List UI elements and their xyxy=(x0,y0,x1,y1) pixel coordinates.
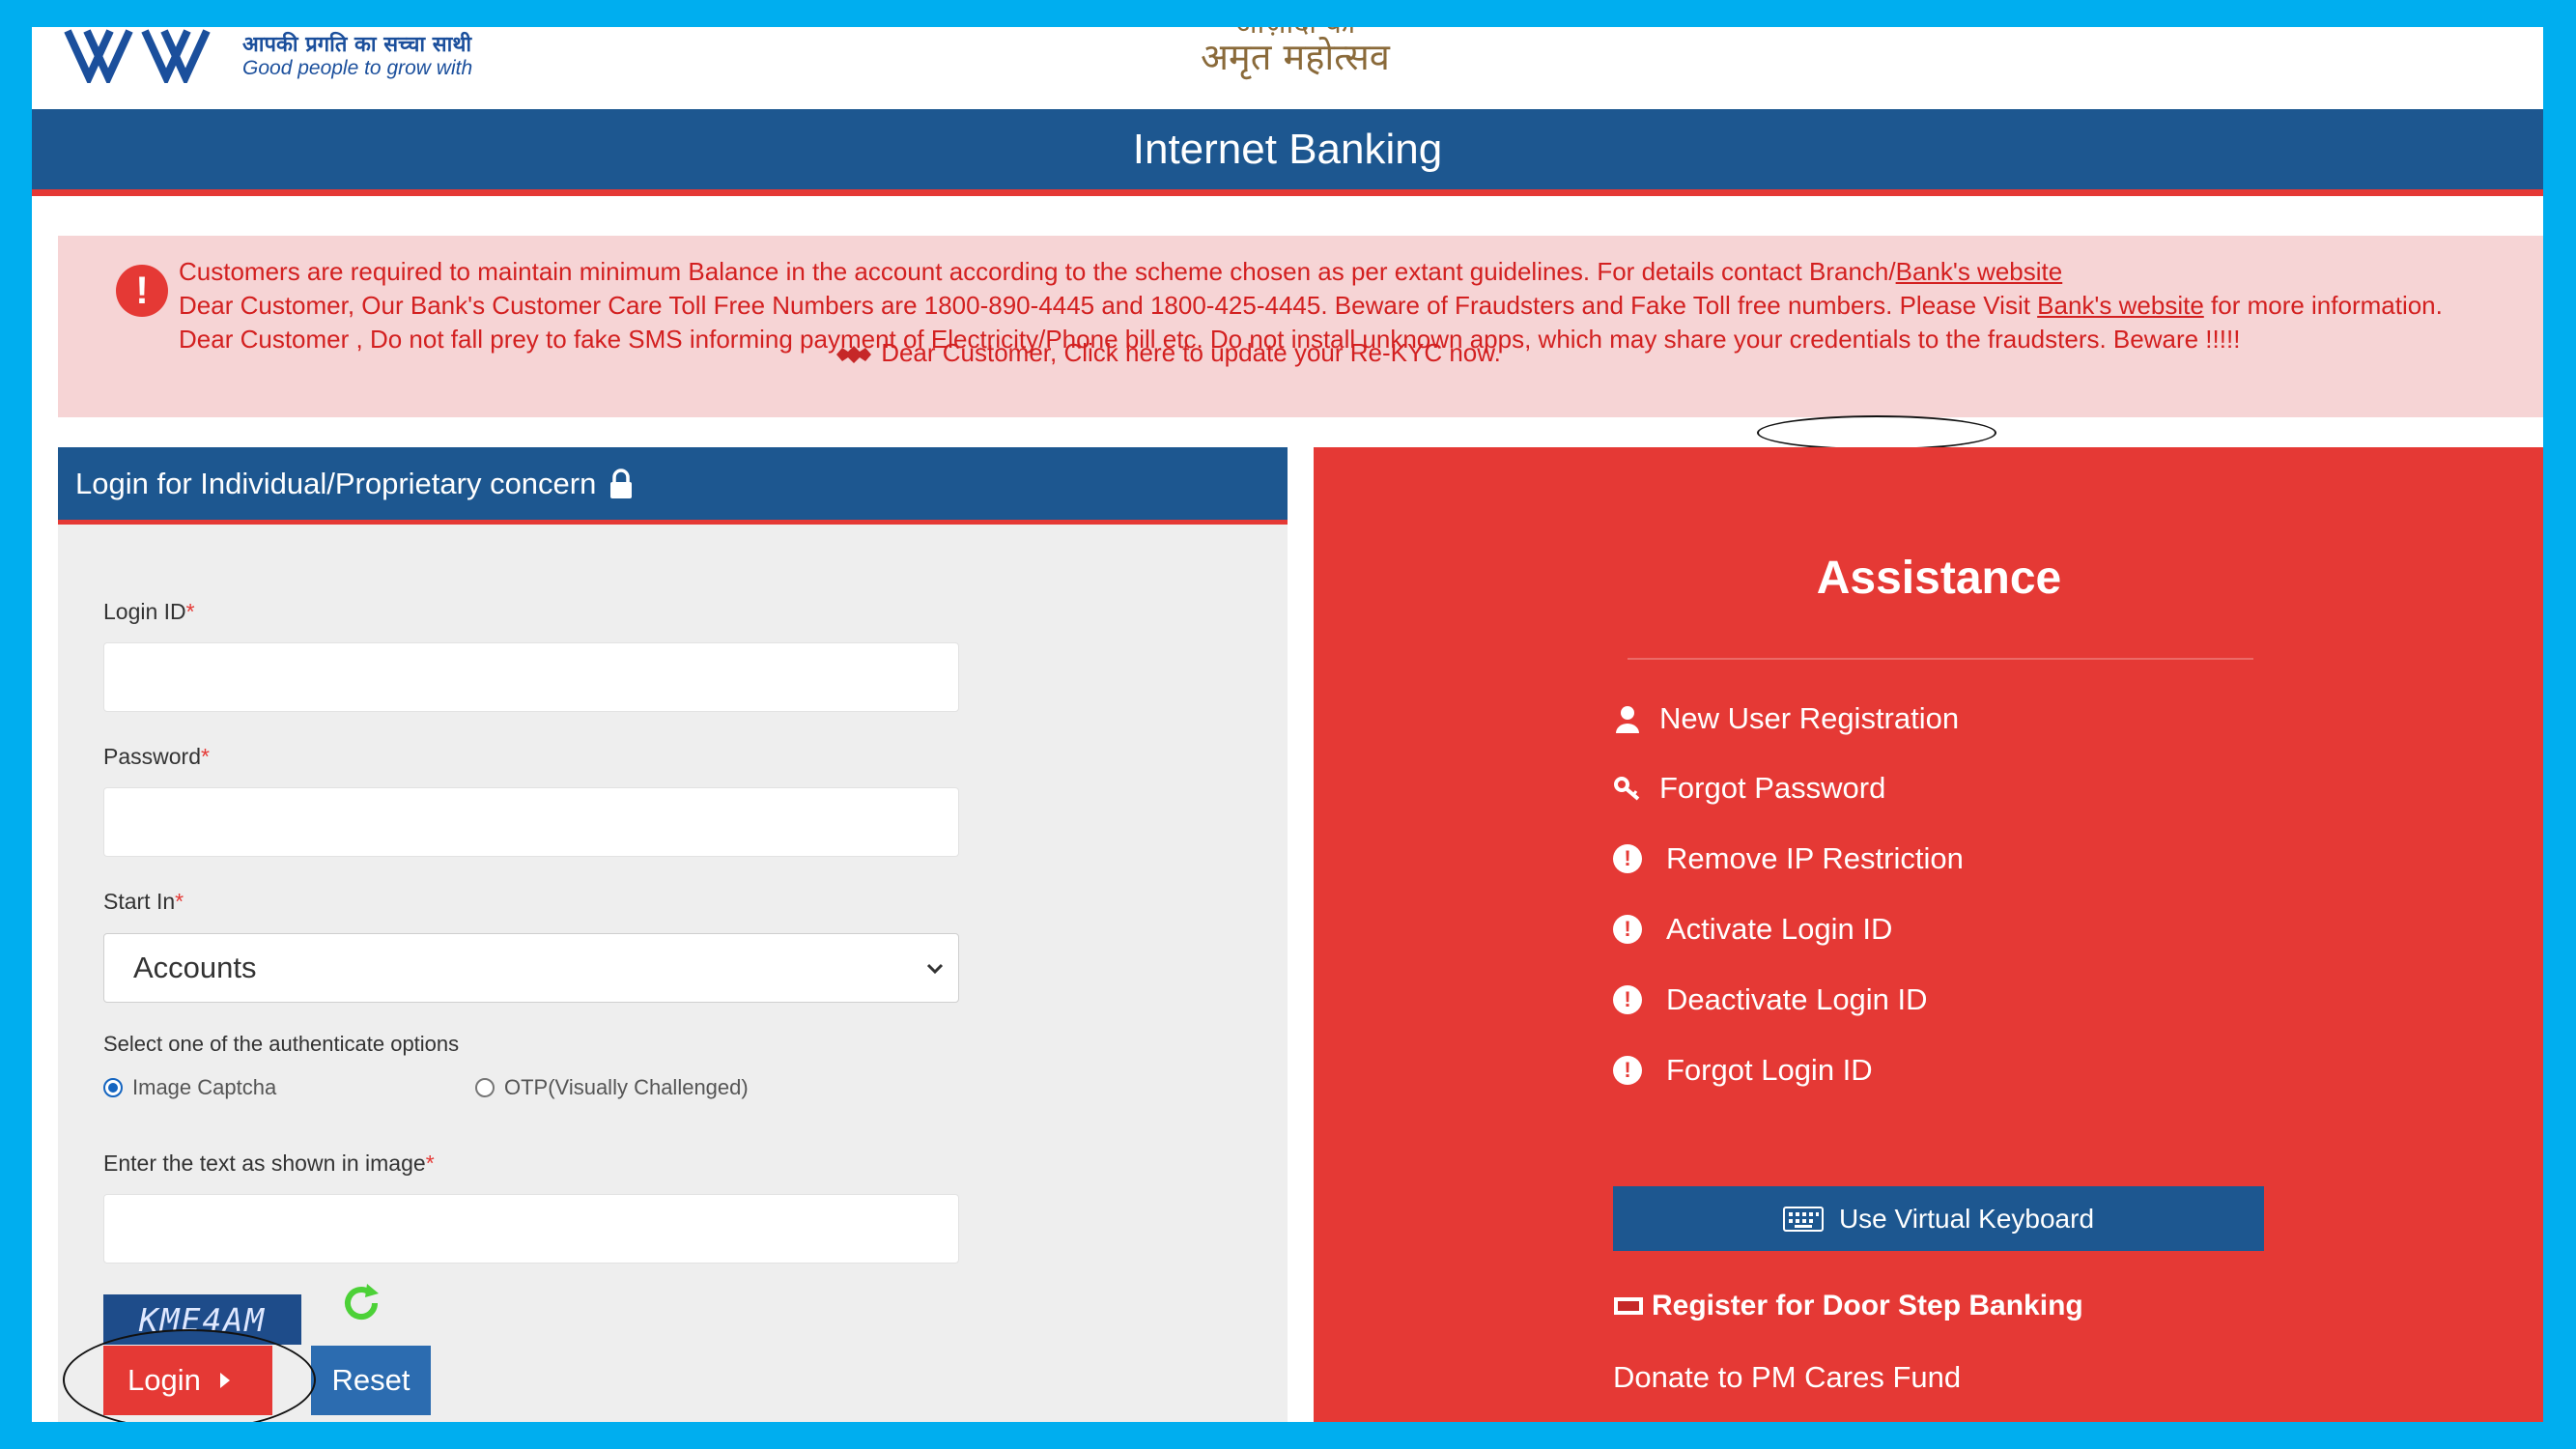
radio-captcha-dot[interactable] xyxy=(103,1078,123,1097)
assistance-title: Assistance xyxy=(1816,553,2062,604)
kyc-update-text: Dear Customer, Click here to update your… xyxy=(881,338,1501,367)
virtual-keyboard-label: Use Virtual Keyboard xyxy=(1838,1203,2095,1234)
virtual-keyboard-button[interactable]: Use Virtual Keyboard xyxy=(1613,1186,2264,1251)
notice-line-1: Customers are required to maintain minim… xyxy=(179,255,2443,289)
start-in-select[interactable]: Accounts xyxy=(103,933,959,1003)
forgot-password-link[interactable]: Forgot Password xyxy=(1613,771,1885,806)
password-input[interactable] xyxy=(103,787,959,857)
radio-otp[interactable]: OTP(Visually Challenged) xyxy=(475,1075,749,1100)
kyc-update-link[interactable]: Dear Customer, Click here to update your… xyxy=(58,338,2279,368)
chevron-down-icon xyxy=(926,963,944,975)
exclamation-icon: ! xyxy=(1613,985,1642,1014)
bank-tagline: आपकी प्रगति का सच्चा साथी Good people to… xyxy=(242,33,472,80)
required-mark: * xyxy=(200,744,210,769)
door-step-icon xyxy=(1614,1297,1643,1315)
login-id-label-text: Login ID xyxy=(103,599,186,624)
radio-captcha-label: Image Captcha xyxy=(132,1075,277,1099)
radio-image-captcha[interactable]: Image Captcha xyxy=(103,1075,276,1100)
start-in-label: Start In* xyxy=(103,889,184,915)
keyboard-icon xyxy=(1782,1206,1824,1232)
notice-line-2-text: Dear Customer, Our Bank's Customer Care … xyxy=(179,291,2038,320)
amrit-bottom-text: अमृत महोत्सव xyxy=(1201,36,1390,78)
page: आपकी प्रगति का सच्चा साथी Good people to… xyxy=(32,27,2543,1422)
user-icon xyxy=(1616,706,1639,733)
azadi-amrit-mahotsav-logo: आज़ादी का अमृत महोत्सव xyxy=(1201,27,1390,75)
notice-banner: ! Customers are required to maintain min… xyxy=(58,236,2543,417)
annotation-ellipse-login xyxy=(63,1329,316,1422)
radio-otp-dot[interactable] xyxy=(475,1078,495,1097)
new-user-registration-label: New User Registration xyxy=(1659,701,1960,735)
login-panel-title: Login for Individual/Proprietary concern xyxy=(75,466,597,500)
radio-otp-label: OTP(Visually Challenged) xyxy=(504,1075,749,1099)
exclamation-icon: ! xyxy=(1613,915,1642,944)
activate-login-id-label: Activate Login ID xyxy=(1666,912,1893,946)
required-mark: * xyxy=(425,1151,435,1176)
key-icon xyxy=(1614,777,1640,801)
notice-line-1-text: Customers are required to maintain minim… xyxy=(179,257,1896,286)
captcha-label-text: Enter the text as shown in image xyxy=(103,1151,426,1176)
login-id-input[interactable] xyxy=(103,642,959,712)
required-mark: * xyxy=(185,599,195,624)
captcha-label: Enter the text as shown in image* xyxy=(103,1151,435,1177)
password-label: Password* xyxy=(103,744,210,770)
forgot-password-label: Forgot Password xyxy=(1659,771,1886,805)
required-mark: * xyxy=(175,889,184,914)
banks-website-link-2[interactable]: Bank's website xyxy=(2037,291,2204,320)
deactivate-login-id-label: Deactivate Login ID xyxy=(1666,982,1928,1016)
captcha-input[interactable] xyxy=(103,1194,959,1264)
forgot-login-id-link[interactable]: ! Forgot Login ID xyxy=(1613,1053,1873,1088)
start-in-label-text: Start In xyxy=(103,889,176,914)
reset-button-label: Reset xyxy=(331,1363,410,1397)
bank-logo-icon[interactable] xyxy=(64,27,218,83)
login-panel: Login for Individual/Proprietary concern… xyxy=(58,447,1288,1422)
auth-options-label: Select one of the authenticate options xyxy=(103,1032,460,1056)
new-badge-icon xyxy=(836,346,872,364)
password-label-text: Password xyxy=(103,744,201,769)
tagline-english: Good people to grow with xyxy=(242,57,473,80)
new-user-registration-link[interactable]: New User Registration xyxy=(1613,701,1959,736)
start-in-value: Accounts xyxy=(133,951,257,984)
forgot-login-id-label: Forgot Login ID xyxy=(1666,1053,1873,1087)
lock-icon xyxy=(610,468,633,498)
door-step-label: Register for Door Step Banking xyxy=(1652,1290,2083,1321)
activate-login-id-link[interactable]: ! Activate Login ID xyxy=(1613,912,1892,947)
notice-line-2: Dear Customer, Our Bank's Customer Care … xyxy=(179,289,2443,323)
banks-website-link[interactable]: Bank's website xyxy=(1896,257,2063,286)
annotation-ellipse xyxy=(1757,415,1996,450)
refresh-captcha-icon[interactable] xyxy=(338,1280,384,1326)
deactivate-login-id-link[interactable]: ! Deactivate Login ID xyxy=(1613,982,1928,1017)
login-panel-header: Login for Individual/Proprietary concern xyxy=(58,447,1288,525)
page-title: Internet Banking xyxy=(1132,125,1443,173)
remove-ip-restriction-link[interactable]: ! Remove IP Restriction xyxy=(1613,841,1964,876)
title-bar: Internet Banking xyxy=(32,109,2543,196)
pm-cares-link[interactable]: Donate to PM Cares Fund xyxy=(1613,1360,1961,1395)
reset-button[interactable]: Reset xyxy=(311,1346,431,1415)
exclamation-icon: ! xyxy=(1613,1056,1642,1085)
assistance-panel: Assistance New User Registration Forgot … xyxy=(1314,447,2543,1422)
notice-line-2-suffix: for more information. xyxy=(2203,291,2443,320)
tagline-hindi: आपकी प्रगति का सच्चा साथी xyxy=(242,33,472,57)
assistance-divider xyxy=(1628,658,2253,660)
brand-bar: आपकी प्रगति का सच्चा साथी Good people to… xyxy=(32,27,2543,109)
door-step-banking-link[interactable]: Register for Door Step Banking xyxy=(1613,1290,2083,1322)
exclamation-icon: ! xyxy=(1613,844,1642,873)
alert-icon: ! xyxy=(116,265,168,317)
remove-ip-restriction-label: Remove IP Restriction xyxy=(1666,841,1964,875)
login-id-label: Login ID* xyxy=(103,599,195,625)
